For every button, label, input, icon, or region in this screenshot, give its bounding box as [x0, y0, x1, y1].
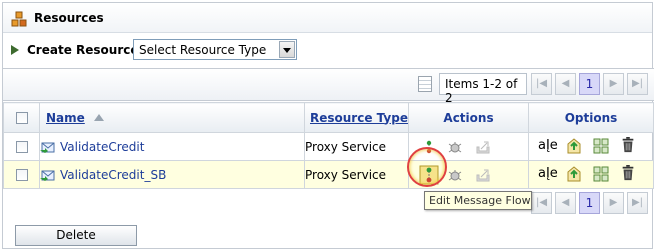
resources-icon	[11, 11, 27, 27]
resource-type-cell: Proxy Service	[304, 160, 409, 189]
create-resource-row: Create Resource: Select Resource Type	[3, 39, 652, 63]
resource-name-link[interactable]: ValidateCredit	[60, 140, 144, 154]
next-page-button[interactable]: ▶	[603, 73, 624, 95]
table-header-row: Name Resource Type Actions Options	[3, 102, 654, 133]
resources-table: Name Resource Type Actions Options Valid…	[3, 102, 654, 189]
select-all-checkbox[interactable]	[15, 112, 28, 124]
name-sort-link[interactable]: Name	[46, 111, 85, 125]
resource-type-select[interactable]: Select Resource Type	[133, 39, 297, 60]
first-page-button[interactable]: |◀	[531, 73, 552, 95]
clone-icon[interactable]	[593, 138, 609, 154]
proxy-service-icon	[40, 142, 55, 153]
panel-header: Resources	[3, 3, 652, 33]
row-checkbox[interactable]	[15, 169, 28, 181]
resource-type-select-value: Select Resource Type	[139, 43, 267, 57]
name-column-header: Name	[39, 102, 305, 133]
actions-header-label: Actions	[443, 110, 494, 125]
next-page-button-bottom[interactable]: ▶	[603, 192, 624, 214]
move-icon[interactable]	[566, 138, 582, 154]
export-icon[interactable]	[475, 139, 491, 155]
last-page-button-bottom[interactable]: ▶|	[627, 192, 648, 214]
table-row: ValidateCredit Proxy Service aĮe	[3, 132, 654, 161]
resource-type-column-header: Resource Type	[304, 102, 409, 133]
clone-icon[interactable]	[593, 166, 609, 182]
resource-name-link[interactable]: ValidateCredit_SB	[60, 168, 166, 182]
options-cell: aĮe	[528, 160, 654, 189]
debug-bug-icon[interactable]	[447, 139, 463, 155]
last-page-button[interactable]: ▶|	[627, 73, 648, 95]
options-cell: aĮe	[528, 132, 654, 161]
items-count: Items 1-2 of 2	[439, 73, 527, 105]
delete-button[interactable]: Delete	[15, 225, 137, 246]
rename-icon[interactable]: aĮe	[538, 138, 558, 153]
proxy-service-icon	[40, 170, 55, 181]
page-icon	[418, 76, 432, 92]
expand-triangle-icon[interactable]	[11, 45, 19, 55]
resource-type-cell: Proxy Service	[304, 132, 409, 161]
resources-table-container: Items 1-2 of 2 |◀ ◀ 1 ▶ ▶| Name Resource…	[3, 68, 654, 221]
pager-bar: Items 1-2 of 2 |◀ ◀ 1 ▶ ▶|	[3, 69, 654, 105]
table-row: ValidateCredit_SB Proxy Service aĮe	[3, 160, 654, 189]
sort-ascending-icon	[93, 113, 104, 121]
prev-page-button-bottom[interactable]: ◀	[555, 192, 576, 214]
options-column-header: Options	[528, 102, 654, 133]
panel-title: Resources	[34, 11, 104, 25]
first-page-button-bottom[interactable]: |◀	[531, 192, 552, 214]
current-page-button[interactable]: 1	[579, 73, 600, 95]
delete-trash-icon[interactable]	[620, 165, 636, 181]
debug-bug-icon[interactable]	[447, 167, 463, 183]
actions-column-header: Actions	[408, 102, 529, 133]
move-icon[interactable]	[566, 166, 582, 182]
options-header-label: Options	[564, 110, 618, 125]
rename-icon[interactable]: aĮe	[538, 166, 558, 181]
resources-panel: Resources Create Resource: Select Resour…	[2, 2, 654, 249]
highlight-ring	[407, 147, 447, 187]
current-page-button-bottom[interactable]: 1	[579, 192, 600, 214]
select-all-cell	[3, 102, 40, 133]
resource-type-sort-link[interactable]: Resource Type	[310, 111, 408, 125]
delete-trash-icon[interactable]	[620, 137, 636, 153]
export-icon[interactable]	[475, 167, 491, 183]
chevron-down-icon[interactable]	[279, 41, 295, 58]
prev-page-button[interactable]: ◀	[555, 73, 576, 95]
create-resource-label: Create Resource:	[27, 43, 144, 57]
row-checkbox[interactable]	[15, 141, 28, 153]
tooltip: Edit Message Flow	[424, 191, 532, 210]
